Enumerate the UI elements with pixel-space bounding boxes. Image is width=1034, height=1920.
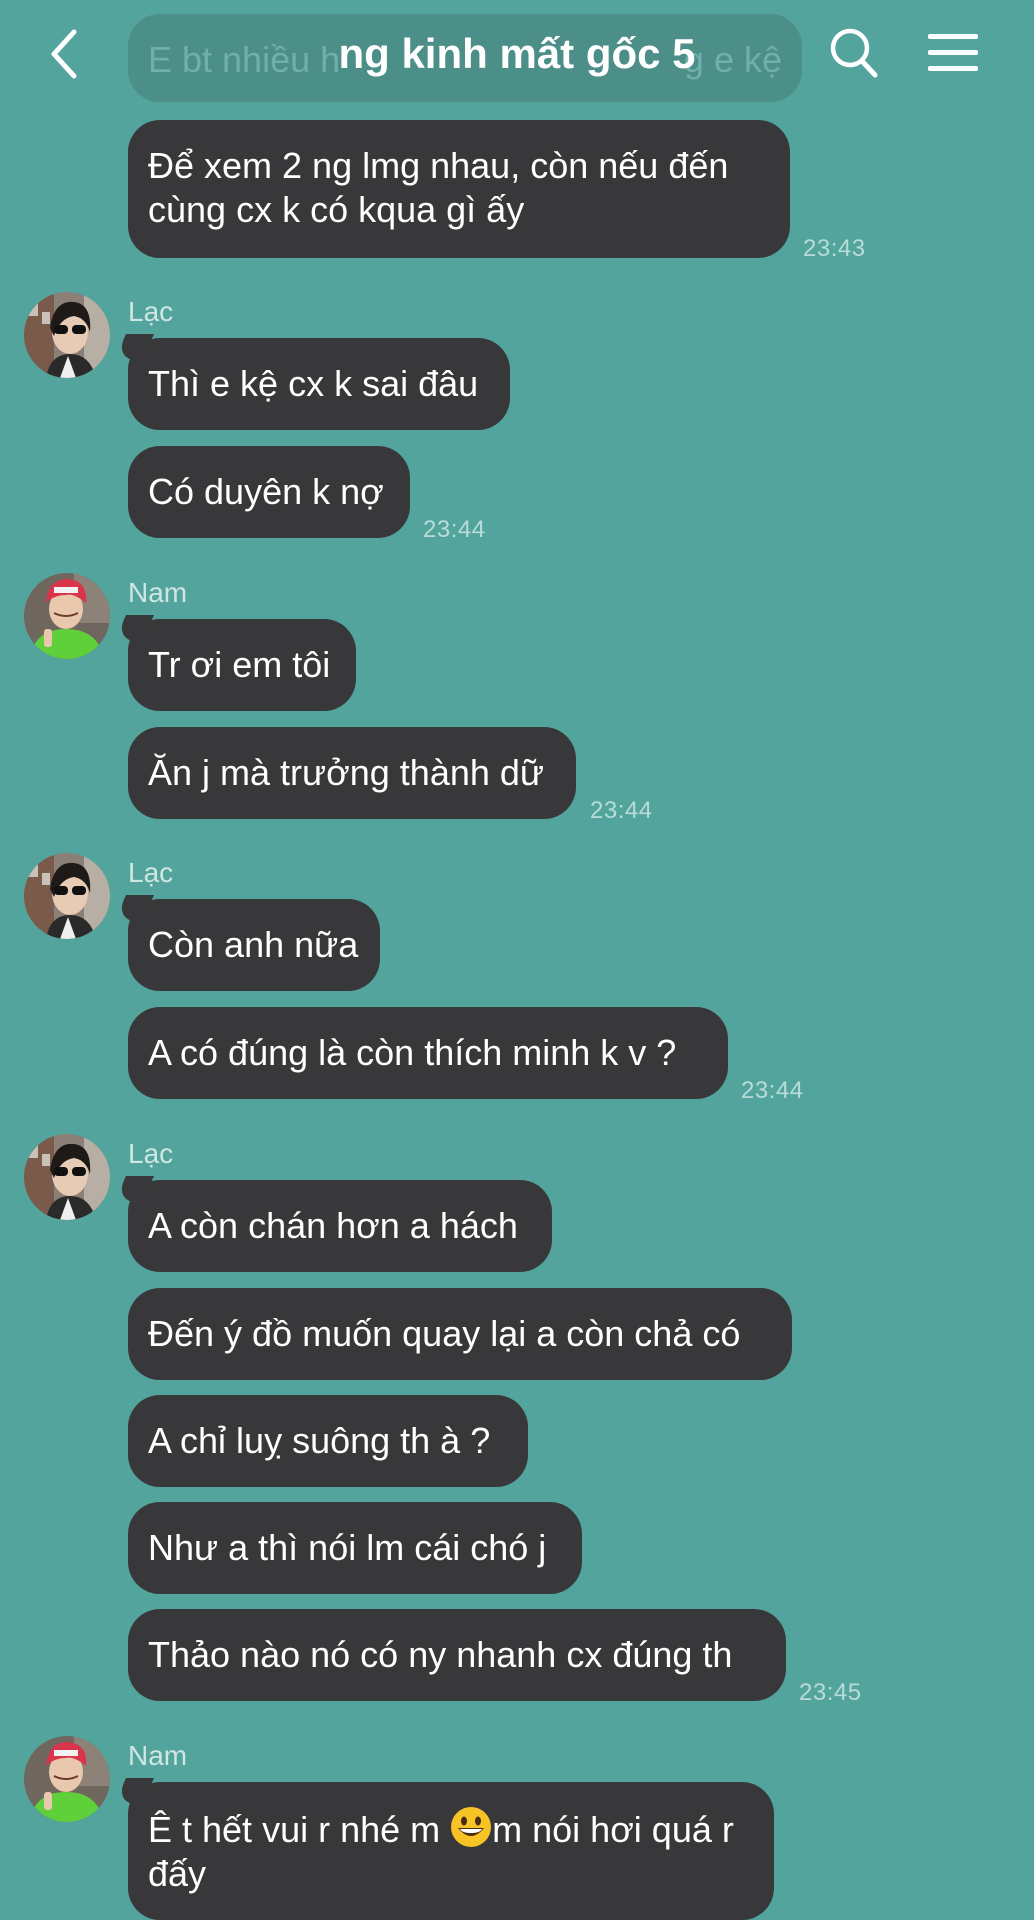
sender-name: Nam [128, 577, 188, 608]
sender-name: Lạc [128, 296, 174, 327]
message-text: A còn chán hơn a hách [148, 1205, 518, 1246]
chat-area[interactable]: E bt nhiều h g e kệ Để xem 2 ng lmg nhau… [0, 0, 1034, 1920]
message-bubble[interactable]: Như a thì nói lm cái chó j [128, 1502, 582, 1594]
message-text: Có duyên k nợ [148, 471, 384, 512]
message-text: Ê t hết vui r nhé m [148, 1809, 451, 1850]
avatar-lac[interactable] [24, 1134, 110, 1220]
message-bubble[interactable]: Ê t hết vui r nhé m m nói hơi quá r đấy [128, 1782, 774, 1920]
message-bubble[interactable]: Có duyên k nợ [128, 446, 410, 538]
message-bubble[interactable]: A chỉ luỵ suông th à ? [128, 1395, 528, 1487]
message-bubble[interactable]: Thảo nào nó có ny nhanh cx đúng th [128, 1609, 786, 1701]
grinning-face-emoji-icon [451, 1807, 492, 1847]
message-text: Như a thì nói lm cái chó j [148, 1527, 547, 1568]
message-bubble[interactable]: Để xem 2 ng lmg nhau, còn nếu đến cùng c… [128, 120, 790, 258]
message-text: Còn anh nữa [148, 924, 359, 965]
message-bubble[interactable]: Thì e kệ cx k sai đâu [128, 338, 510, 430]
avatar-lac[interactable] [24, 853, 110, 939]
message-timestamp: 23:44 [423, 516, 486, 543]
search-icon[interactable] [828, 26, 880, 82]
hamburger-menu-icon[interactable] [926, 30, 982, 76]
message-timestamp: 23:45 [799, 1679, 862, 1706]
message-bubble[interactable]: A có đúng là còn thích minh k v ? [128, 1007, 728, 1099]
message-timestamp: 23:44 [741, 1077, 804, 1104]
message-bubble[interactable]: Còn anh nữa [128, 899, 380, 991]
message-bubble[interactable]: A còn chán hơn a hách [128, 1180, 552, 1272]
message-bubble[interactable]: Đến ý đồ muốn quay lại a còn chả có [128, 1288, 792, 1380]
message-text: Thảo nào nó có ny nhanh cx đúng th [148, 1634, 733, 1675]
avatar-lac[interactable] [24, 292, 110, 378]
avatar-nam[interactable] [24, 573, 110, 659]
message-bubble[interactable]: Tr ơi em tôi [128, 619, 356, 711]
sender-name: Nam [128, 1740, 188, 1771]
message-text: Đến ý đồ muốn quay lại a còn chả có [148, 1313, 741, 1354]
sender-name: Lạc [128, 1138, 174, 1169]
message-bubble[interactable]: Ăn j mà trưởng thành dữ [128, 727, 576, 819]
message-timestamp: 23:44 [590, 797, 653, 824]
message-text: Ăn j mà trưởng thành dữ [148, 752, 544, 793]
avatar-nam[interactable] [24, 1736, 110, 1822]
message-text: Thì e kệ cx k sai đâu [148, 363, 479, 404]
chat-header: ng kinh mất gốc 5 [0, 0, 1034, 110]
message-text: Tr ơi em tôi [148, 644, 331, 685]
message-timestamp: 23:43 [803, 235, 866, 262]
sender-name: Lạc [128, 857, 174, 888]
message-text: Để xem 2 ng lmg nhau, còn nếu đến cùng c… [148, 145, 729, 230]
message-text: A chỉ luỵ suông th à ? [148, 1420, 491, 1461]
message-text: A có đúng là còn thích minh k v ? [148, 1032, 677, 1073]
